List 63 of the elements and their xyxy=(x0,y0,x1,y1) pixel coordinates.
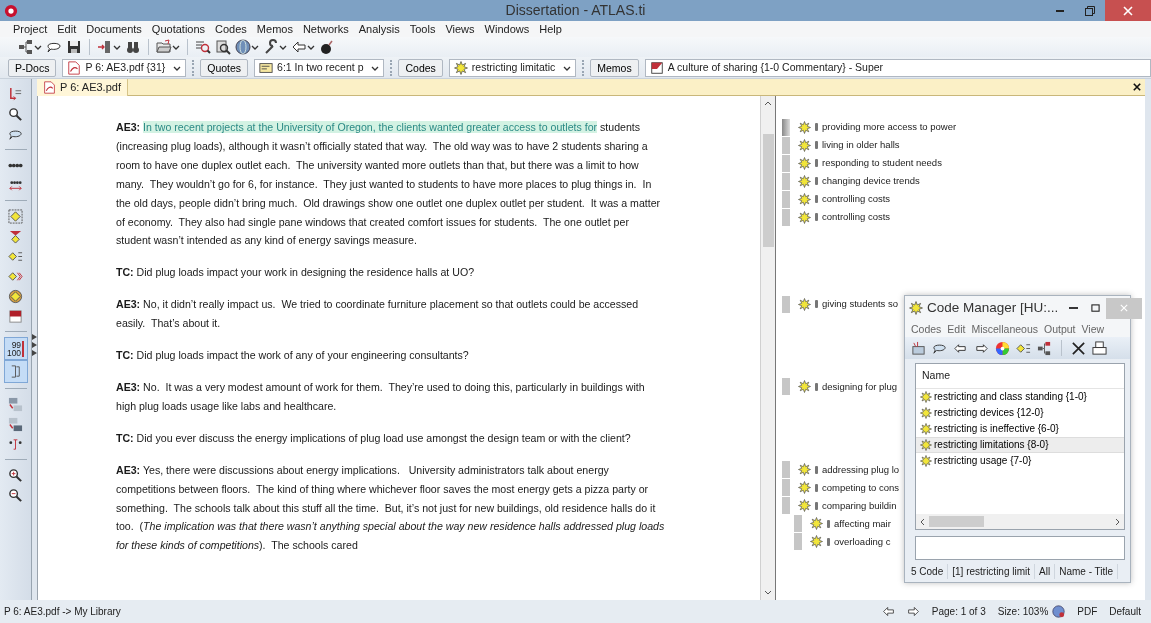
status-path: P 6: AE3.pdf -> My Library xyxy=(4,605,121,619)
code-list-item[interactable]: restricting limitations {8-0} xyxy=(916,436,1124,453)
paragraph: AE3: No, it didn’t really impact us. We tried to coordinate furniture placement so that outlets could be accessed easily. That’s about it. xyxy=(115,297,640,332)
code-label[interactable]: controlling costs xyxy=(822,209,891,225)
menu-item[interactable]: Views xyxy=(440,22,480,36)
paragraph: TC: Did plug loads impact the work of any of your engineering consultants? xyxy=(115,348,470,364)
menu-item[interactable]: Memos xyxy=(251,22,298,36)
code-list-item[interactable]: restricting usage {7-0} xyxy=(916,452,1124,469)
selector-dropdown[interactable]: A culture of sharing {1-0 Commentary} - Super xyxy=(644,58,1151,77)
selector-dropdown[interactable]: 6:1 In two recent p xyxy=(254,58,385,77)
file-format: PDF xyxy=(1077,605,1098,619)
status-text: 5 Code xyxy=(907,563,949,579)
status-text: [1] restricting limit xyxy=(948,563,1036,579)
page-number-toggle[interactable]: 99 100 xyxy=(3,337,28,360)
menu-item[interactable]: Analysis xyxy=(353,22,405,36)
code-label[interactable]: providing more access to power xyxy=(822,119,957,135)
code-list-item[interactable]: restricting is ineffective {6-0} xyxy=(916,420,1124,437)
paragraph: AE3: In two recent projects at the University of Oregon, the clients wanted greater access to outlets for students (increasing plug loads), although it wasn’t officially stated that way. The old way was to have 2 students sharing a room to have one duplex outlet each. The university wanted more outlets than that, but there was a limit to how many. They wouldn’t go for 6, for instance. They just wanted to students to have more places to plug things in. In the old days, people didn’t bring much. Old drawings show one outlet one duplex outlet per student. It was a matter of economy. They also had single pane windows that created comfort issues for students. The one outlet per student wasn’t intended as any kind of energy savings measure. xyxy=(115,120,662,249)
menu-item[interactable]: Project xyxy=(8,22,53,36)
code-label[interactable]: affecting mair xyxy=(834,516,891,531)
code-label[interactable]: giving students so xyxy=(822,297,899,312)
code-label[interactable]: designing for plug xyxy=(822,379,897,395)
code-label[interactable]: competing to cons xyxy=(822,480,900,495)
page-indicator: Page: 1 of 3 xyxy=(931,605,986,619)
paragraph: TC: Did you ever discuss the energy implications of plug load use amongst the design team or with the client? xyxy=(115,430,632,446)
menu-item[interactable]: Edit xyxy=(947,322,972,337)
menu-item[interactable]: Help xyxy=(534,22,567,36)
code-label[interactable]: addressing plug lo xyxy=(822,462,900,477)
selector-button[interactable]: Memos xyxy=(590,58,639,77)
selector-button[interactable]: P-Docs xyxy=(8,58,57,77)
menu-item[interactable]: Codes xyxy=(210,22,252,36)
code-label[interactable]: changing device trends xyxy=(822,173,920,189)
menu-item[interactable]: View xyxy=(1081,322,1111,337)
selector-dropdown[interactable]: P 6: AE3.pdf {31} xyxy=(62,58,187,77)
zoom-level: Size: 103% xyxy=(997,605,1049,619)
selector-button[interactable]: Quotes xyxy=(200,58,249,77)
layout-mode: Default xyxy=(1109,605,1141,619)
code-label[interactable]: living in older halls xyxy=(822,137,900,153)
code-label[interactable]: controlling costs xyxy=(822,191,891,207)
menu-item[interactable]: Windows xyxy=(479,22,535,36)
status-text: All xyxy=(1035,563,1056,579)
status-text: Name - Title xyxy=(1055,563,1119,579)
menu-item[interactable]: Output xyxy=(1044,322,1082,337)
code-label[interactable]: overloading c xyxy=(834,534,891,549)
menu-item[interactable]: Quotations xyxy=(146,22,211,36)
code-list-item[interactable]: restricting and class standing {1-0} xyxy=(916,388,1124,405)
menu-item[interactable]: Codes xyxy=(911,322,948,337)
code-label[interactable]: comparing buildin xyxy=(822,498,897,513)
code-list-item[interactable]: restricting devices {12-0} xyxy=(916,404,1124,421)
code-label[interactable]: responding to student needs xyxy=(822,155,942,171)
menu-item[interactable]: Tools xyxy=(404,22,441,36)
menu-item[interactable]: Miscellaneous xyxy=(971,322,1044,337)
column-header[interactable]: Name xyxy=(916,364,1124,389)
selector-button[interactable]: Codes xyxy=(398,58,443,77)
paragraph: TC: Did plug loads impact your work in designing the residence halls at UO? xyxy=(115,265,476,281)
menu-item[interactable]: Documents xyxy=(81,22,147,36)
paragraph: AE3: No. It was a very modest amount of work for them. They’re used to doing this, particularly in buildings with high plug loads usage like labs and healthcare. xyxy=(115,379,646,414)
window-title: Code Manager [HU:... xyxy=(927,298,1059,317)
menu-item[interactable]: Networks xyxy=(297,22,354,36)
menu-item[interactable]: Edit xyxy=(52,22,82,36)
window-title: Dissertation - ATLAS.ti xyxy=(505,2,646,18)
selector-dropdown[interactable]: restricting limitatic xyxy=(448,58,577,77)
paragraph: AE3: Yes, there were discussions about energy implications. University administrators talk about energy competitions between floors. The kind of thing where whichever floor saves the most energy gets a pizza party or something. The schools talk about this stuff all the time. But, it’s not just for new buildings, old residence halls do it too. (The implication was that there wasn’t anything special about the way new residence halls addressed plug loads for these kinds of competitions). The schools cared xyxy=(115,462,666,554)
